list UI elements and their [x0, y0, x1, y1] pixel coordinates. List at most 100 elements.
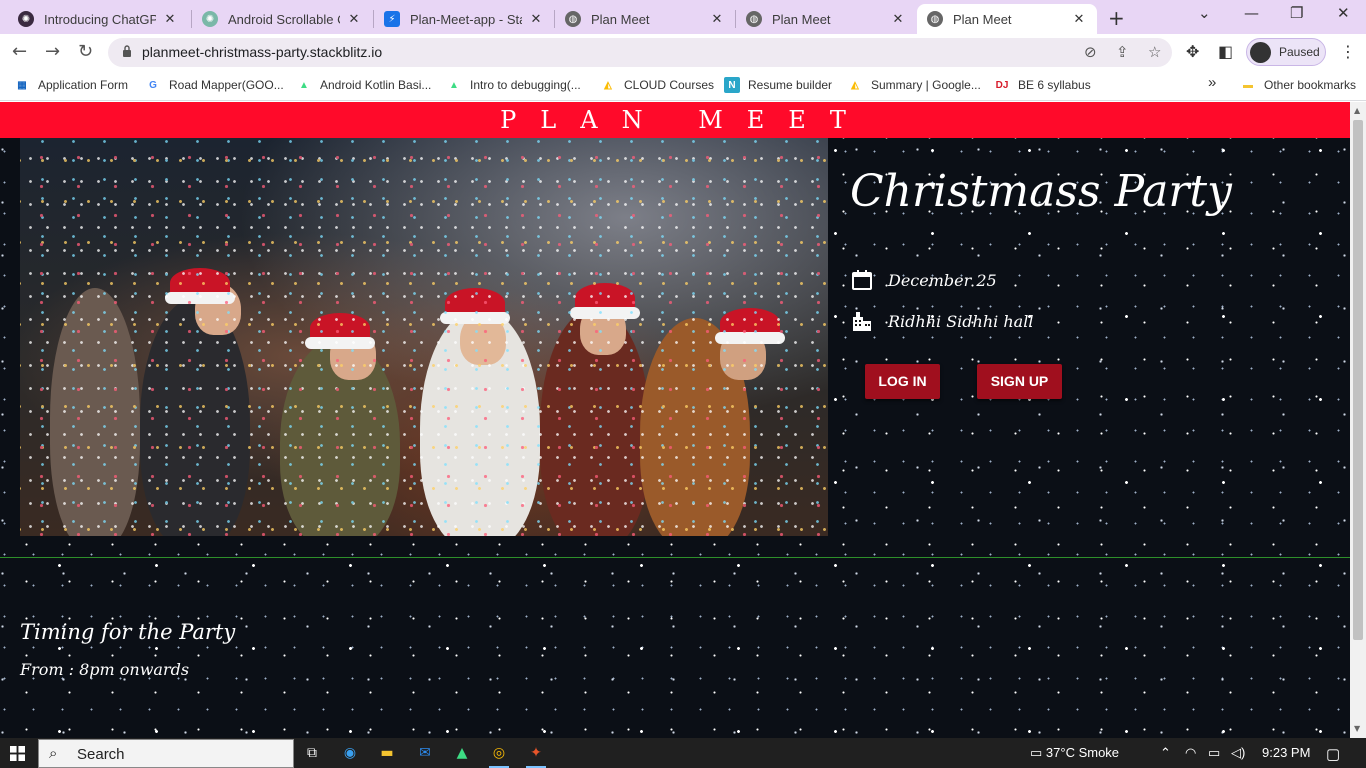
- bookmark-road-mapper[interactable]: G Road Mapper(GOO...: [145, 77, 284, 93]
- google-drive-icon: ◭: [604, 79, 612, 91]
- stackblitz-icon: ⚡: [384, 11, 400, 27]
- tray-chevron-icon[interactable]: ⌃: [1160, 745, 1171, 761]
- bookmark-cloud-courses[interactable]: ◭ CLOUD Courses: [600, 77, 714, 93]
- restore-icon[interactable]: ❐: [1290, 4, 1303, 22]
- notion-icon: N: [724, 77, 740, 93]
- event-title: Christmass Party: [850, 166, 1232, 217]
- battery-icon[interactable]: ▭: [1208, 745, 1220, 761]
- close-icon[interactable]: ✕: [162, 12, 178, 27]
- profile-button[interactable]: Paused: [1246, 38, 1326, 66]
- notification-icon[interactable]: ▢: [1326, 745, 1340, 763]
- forward-arrow-icon[interactable]: →: [45, 41, 60, 62]
- lock-icon: [123, 45, 131, 57]
- tab-search-chevron-icon[interactable]: ⌄: [1198, 4, 1211, 22]
- weather-widget[interactable]: ▭ 37°C Smoke: [1030, 745, 1119, 761]
- share-icon[interactable]: ⇪: [1116, 43, 1129, 61]
- bookmark-label: CLOUD Courses: [624, 78, 715, 92]
- bookmark-resume-builder[interactable]: N Resume builder: [724, 77, 832, 93]
- bookmark-label: Summary | Google...: [871, 78, 981, 92]
- other-bookmarks-label: Other bookmarks: [1264, 78, 1357, 92]
- android-icon: ▲: [449, 79, 459, 91]
- section-divider: [0, 557, 1350, 558]
- tab-plan-meet-active[interactable]: ◍ Plan Meet ✕: [917, 4, 1097, 34]
- bookmark-label: Application Form: [38, 78, 129, 92]
- page-content: PLAN MEET Christmass Party December 25 R…: [0, 102, 1350, 738]
- chrome-icon[interactable]: ◎: [487, 742, 511, 768]
- wifi-icon[interactable]: ◠: [1185, 745, 1196, 761]
- calendar-icon: [852, 270, 872, 290]
- taskbar-search-box[interactable]: ⌕ Search: [38, 739, 294, 768]
- windows-taskbar: ⌕ Search ⧉ ◉ ▬ ✉ ▲ ◎ ✦ ▭ 37°C Smoke ⌃ ◠ …: [0, 738, 1366, 768]
- scroll-up-icon[interactable]: ▲: [1354, 106, 1360, 115]
- bookmark-label: BE 6 syllabus: [1018, 78, 1091, 92]
- chatgpt-icon: ✺: [18, 11, 34, 27]
- globe-icon: ◍: [565, 11, 581, 27]
- mail-icon[interactable]: ✉: [413, 742, 437, 764]
- scroll-down-icon[interactable]: ▼: [1354, 724, 1360, 733]
- close-icon[interactable]: ✕: [346, 12, 362, 27]
- menu-kebab-icon[interactable]: ⋮: [1340, 42, 1356, 61]
- google-drive-icon: ◭: [851, 79, 859, 91]
- bookmark-label: Intro to debugging(...: [470, 78, 581, 92]
- close-icon[interactable]: ✕: [890, 12, 906, 27]
- brand-header-bar: PLAN MEET: [0, 102, 1350, 138]
- eye-off-icon[interactable]: ⊘: [1084, 43, 1097, 61]
- globe-icon: ◍: [927, 11, 943, 27]
- folder-icon: ▬: [1243, 79, 1253, 91]
- tab-plan-meet-2[interactable]: ◍ Plan Meet ✕: [736, 4, 916, 34]
- page-scrollbar[interactable]: ▲ ▼: [1350, 102, 1366, 738]
- event-date-row: December 25: [850, 268, 997, 292]
- weather-icon: ▭: [1030, 745, 1043, 760]
- task-view-icon[interactable]: ⧉: [300, 742, 324, 764]
- minimize-icon[interactable]: —: [1244, 4, 1259, 22]
- address-bar[interactable]: planmeet-christmass-party.stackblitz.io …: [108, 38, 1172, 67]
- tab-title: Introducing ChatGPT: [44, 11, 156, 27]
- dj-logo-icon: DJ: [995, 79, 1009, 91]
- windows-start-icon[interactable]: [10, 746, 25, 761]
- back-arrow-icon[interactable]: ←: [12, 41, 27, 62]
- tab-title: Plan Meet: [953, 11, 1012, 27]
- new-tab-button[interactable]: +: [1108, 6, 1125, 30]
- avatar: [1250, 42, 1271, 63]
- scrollbar-thumb[interactable]: [1353, 120, 1363, 640]
- bookmark-be6-syllabus[interactable]: DJ BE 6 syllabus: [994, 77, 1091, 93]
- timing-value: From : 8pm onwards: [20, 660, 190, 679]
- taskbar-search-label: Search: [77, 746, 125, 763]
- bookmarks-overflow-chevron[interactable]: »: [1208, 74, 1216, 91]
- bookmark-intro-debugging[interactable]: ▲ Intro to debugging(...: [446, 77, 581, 93]
- url-text: planmeet-christmass-party.stackblitz.io: [142, 44, 383, 60]
- tab-introducing-chatgpt[interactable]: ✺ Introducing ChatGPT ✕: [8, 4, 188, 34]
- profile-status-label: Paused: [1279, 45, 1320, 59]
- bookmark-label: Resume builder: [748, 78, 833, 92]
- bookmark-star-icon[interactable]: ☆: [1148, 43, 1161, 61]
- close-window-icon[interactable]: ✕: [1337, 4, 1350, 22]
- tab-title: Android Scrollable Co: [228, 11, 340, 27]
- close-icon[interactable]: ✕: [709, 12, 725, 27]
- volume-icon[interactable]: ◁): [1231, 745, 1245, 761]
- close-icon[interactable]: ✕: [528, 12, 544, 27]
- extensions-puzzle-icon[interactable]: ✥: [1186, 42, 1199, 61]
- tab-plan-meet-app-stackblitz[interactable]: ⚡ Plan-Meet-app - Stack ✕: [374, 4, 554, 34]
- bookmark-android-kotlin[interactable]: ▲ Android Kotlin Basi...: [296, 77, 431, 93]
- side-panel-icon[interactable]: ◧: [1218, 42, 1233, 61]
- signup-button[interactable]: SIGN UP: [977, 364, 1062, 399]
- other-bookmarks[interactable]: ▬ Other bookmarks: [1240, 77, 1356, 93]
- party-hero-image: [20, 138, 828, 536]
- clock-time[interactable]: 9:23 PM: [1262, 745, 1310, 760]
- brand-title: PLAN MEET: [500, 106, 870, 134]
- close-icon[interactable]: ✕: [1071, 12, 1087, 27]
- file-explorer-icon[interactable]: ▬: [375, 742, 399, 764]
- android-studio-icon[interactable]: ▲: [450, 742, 474, 764]
- android-icon: ▲: [299, 79, 309, 91]
- login-button[interactable]: LOG IN: [865, 364, 940, 399]
- tab-android-scrollable[interactable]: ✺ Android Scrollable Co ✕: [192, 4, 372, 34]
- bookmark-summary-google[interactable]: ◭ Summary | Google...: [847, 77, 981, 93]
- tab-plan-meet-1[interactable]: ◍ Plan Meet ✕: [555, 4, 735, 34]
- bookmark-label: Road Mapper(GOO...: [169, 78, 284, 92]
- event-date: December 25: [888, 270, 997, 290]
- bookmark-application-form[interactable]: ▦ Application Form: [14, 77, 128, 93]
- event-venue-row: Ridhhi Sidhhi hall: [850, 309, 1033, 333]
- reload-icon[interactable]: ↻: [78, 41, 93, 62]
- app-icon[interactable]: ✦: [524, 742, 548, 768]
- edge-icon[interactable]: ◉: [338, 742, 362, 764]
